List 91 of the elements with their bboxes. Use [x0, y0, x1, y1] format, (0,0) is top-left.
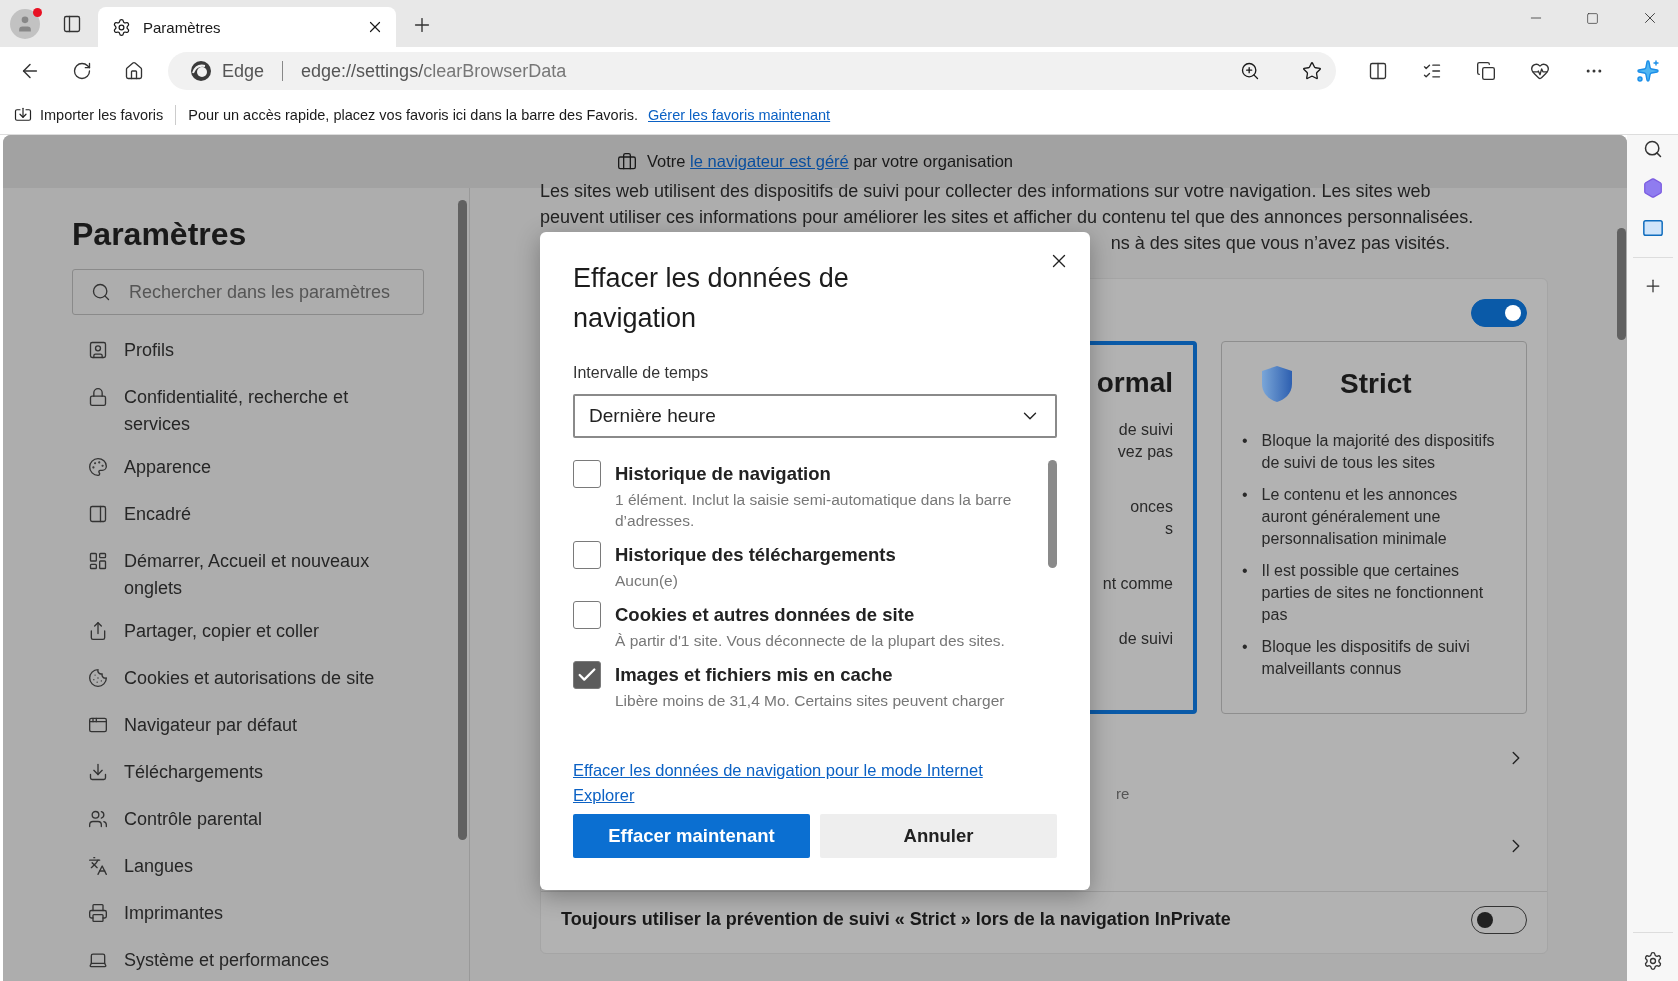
time-range-dropdown[interactable]: Dernière heure — [573, 394, 1057, 438]
scrollbar-thumb[interactable] — [1617, 228, 1626, 340]
bullet-marker: • — [1242, 431, 1248, 451]
scrollbar-thumb[interactable] — [1048, 460, 1057, 568]
profile-icon — [88, 340, 108, 360]
share-icon — [88, 621, 108, 641]
intro-text: Les sites web utilisent des dispositifs de suivi pour collecter des informations sur votre navigation. Les sites web — [540, 180, 1432, 203]
row-text: re — [1116, 784, 1130, 802]
sidebar-item[interactable]: Contrôle parental — [72, 798, 402, 845]
browser-window-icon — [88, 715, 108, 735]
bullet-marker: • — [1242, 485, 1248, 505]
sidebar-item[interactable]: Profils — [72, 329, 402, 376]
field-label: Intervalle de temps — [573, 364, 710, 382]
settings-icon[interactable] — [1642, 951, 1663, 971]
printer-icon — [88, 903, 108, 923]
shield-icon — [1260, 364, 1294, 404]
checkbox[interactable] — [573, 541, 601, 569]
hexagon-icon[interactable] — [1641, 177, 1664, 199]
card-text: nt comme — [1102, 574, 1173, 594]
card-title: Strict — [1340, 368, 1412, 400]
internet-explorer-link[interactable]: Effacer les données de navigation pour le mode Internet Explorer — [573, 758, 998, 808]
site-label: Edge — [222, 60, 265, 82]
sidebar-item[interactable]: Téléchargements — [72, 751, 402, 798]
star-icon — [1302, 61, 1322, 81]
card-title: ormal — [1096, 367, 1173, 399]
sidebar-panel-icon — [88, 504, 108, 524]
sidebar-item[interactable]: Confidentialité, recherche et services — [72, 376, 402, 446]
card-text: onces — [1130, 497, 1173, 517]
palette-icon — [88, 457, 108, 477]
cancel-button[interactable]: Annuler — [820, 814, 1057, 858]
checkbox-label: Cookies et autres données de site — [615, 604, 916, 626]
url-text: edge://settings/clearBrowserData — [301, 60, 568, 82]
setting-label: Toujours utiliser la prévention de suivi « Strict » lors de la navigation InPrivate — [561, 909, 1231, 930]
item-description: Aucun(e) — [615, 571, 679, 591]
favorites-hint: Pour un accès rapide, placez vos favoris ici dans la barre des Favoris. — [188, 106, 638, 123]
checkbox[interactable] — [573, 460, 601, 488]
sidebar-item[interactable]: Cookies et autorisations de site — [72, 657, 402, 704]
search-icon — [91, 282, 111, 302]
briefcase-icon — [617, 151, 637, 172]
sidebar-item[interactable]: Apparence — [72, 446, 402, 493]
clear-now-button[interactable]: Effacer maintenant — [573, 814, 810, 858]
manage-favorites-link[interactable]: Gérer les favoris maintenant — [648, 106, 831, 123]
lock-icon — [88, 387, 108, 407]
intro-text: ns à des sites que vous n’avez pas visités. — [1109, 232, 1451, 255]
dashboard-icon — [88, 551, 108, 571]
languages-icon — [88, 856, 108, 876]
search-icon[interactable] — [1642, 139, 1663, 159]
scrollbar-thumb[interactable] — [458, 200, 467, 840]
download-icon — [88, 762, 108, 782]
profile-avatar[interactable] — [10, 8, 40, 39]
toggle-switch[interactable] — [1471, 299, 1527, 327]
sidebar-title: Paramètres — [72, 216, 248, 253]
swirl-logo-icon — [190, 60, 212, 82]
card-text: s — [1165, 519, 1173, 539]
mail-icon[interactable] — [1641, 217, 1664, 239]
item-description: À partir d'1 site. Vous déconnecte de la plupart des sites. — [615, 631, 1005, 651]
checkbox-label: Historique de navigation — [615, 463, 832, 485]
checkbox[interactable] — [573, 601, 601, 629]
item-description: 1 élément. Inclut la saisie semi-automatique dans la barre d’adresses. — [615, 490, 1013, 531]
card-text: de suivi — [1118, 420, 1173, 440]
checkbox-label: Images et fichiers mis en cache — [615, 664, 894, 686]
card-text: vez pas — [1117, 442, 1173, 462]
cookie-icon — [88, 668, 108, 688]
sidebar-item[interactable]: Système et performances — [72, 939, 402, 981]
dialog-title: Effacer les données de navigation — [573, 262, 850, 335]
family-icon — [88, 809, 108, 829]
bullet-marker: • — [1242, 637, 1248, 657]
checkbox[interactable] — [573, 661, 601, 689]
card-text: de suivi — [1118, 629, 1173, 649]
zoom-in-icon — [1240, 61, 1260, 81]
browser-tab[interactable]: Paramètres — [98, 7, 396, 47]
sidebar-item[interactable]: Encadré — [72, 493, 402, 540]
sidebar-item[interactable]: Démarrer, Accueil et nouveaux onglets — [72, 540, 402, 610]
option-card[interactable] — [1221, 341, 1527, 714]
settings-icon — [112, 17, 131, 37]
card-bullet: Le contenu et les annonces auront généralement une personnalisation minimale — [1261, 485, 1459, 549]
card-bullet: Bloque la majorité des dispositifs de suivi de tous les sites — [1261, 431, 1496, 473]
bullet-marker: • — [1242, 561, 1248, 581]
managed-notice: Votre le navigateur est géré par votre organisation — [647, 152, 1013, 171]
import-icon — [14, 105, 32, 124]
address-field[interactable]: Edge edge://settings/clearBrowserData — [168, 52, 1336, 90]
import-favorites-button[interactable]: Importer les favoris — [14, 105, 164, 124]
sidebar-item[interactable]: Imprimantes — [72, 892, 402, 939]
checkbox-label: Historique des téléchargements — [615, 544, 896, 566]
item-description: Libère moins de 31,4 Mo. Certains sites peuvent charger — [615, 691, 1005, 711]
card-bullet: Il est possible que certaines parties de sites ne fonctionnent pas — [1261, 561, 1485, 625]
intro-text: peuvent utiliser ces informations pour améliorer les sites et afficher du contenu tel que des annonces personnalisées. — [540, 206, 1475, 229]
sidebar-item[interactable]: Partager, copier et coller — [72, 610, 402, 657]
card-bullet: Bloque les dispositifs de suivi malveillants connus — [1261, 637, 1471, 679]
sidebar-item[interactable]: Navigateur par défaut — [72, 704, 402, 751]
sidebar-item[interactable]: Langues — [72, 845, 402, 892]
